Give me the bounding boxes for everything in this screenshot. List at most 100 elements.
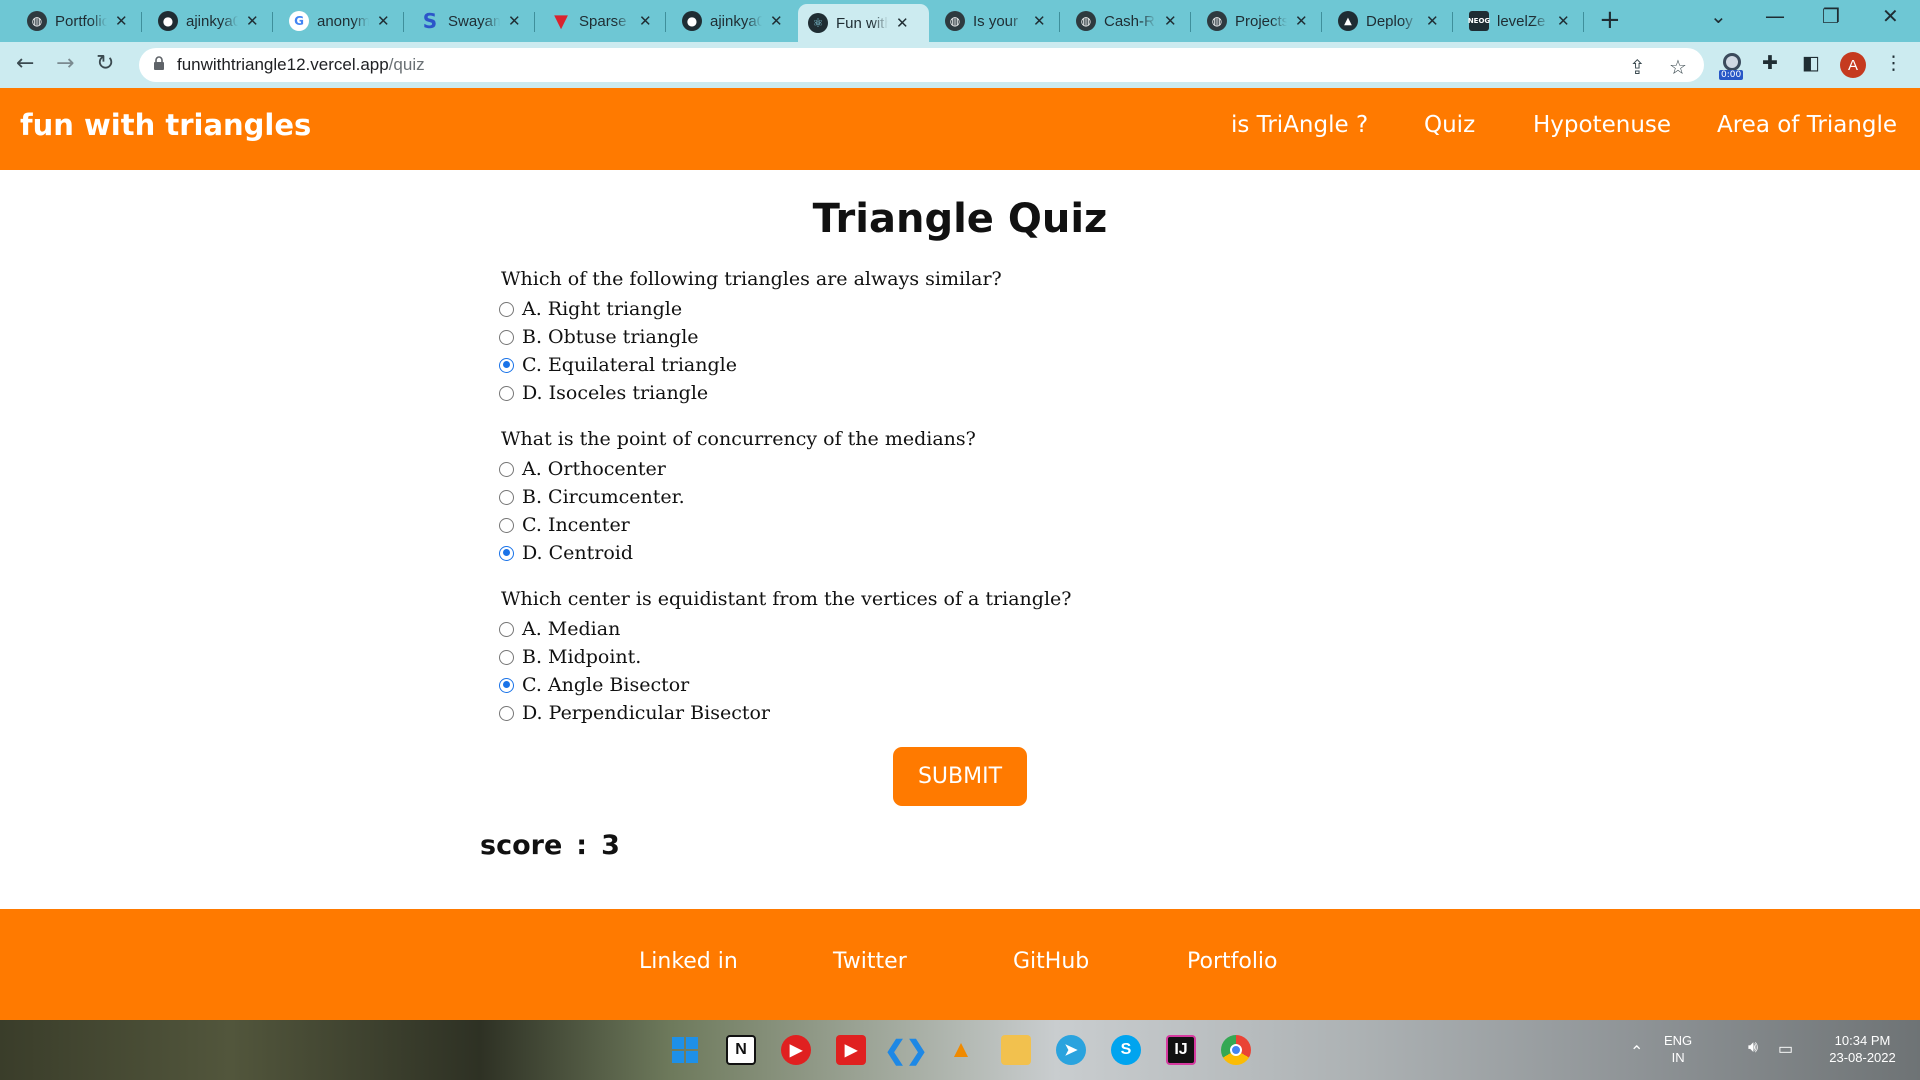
quiz-option[interactable]: B. Obtuse triangle — [499, 324, 699, 350]
quiz-option[interactable]: A. Orthocenter — [499, 456, 666, 482]
clock[interactable]: 10:34 PM 23-08-2022 — [1815, 1032, 1910, 1066]
browser-tab[interactable]: NEOG levelZe ✕ — [1459, 6, 1570, 36]
file-explorer-icon[interactable] — [1001, 1035, 1031, 1065]
option-label: B. Obtuse triangle — [522, 326, 699, 348]
browser-tab[interactable]: S Swayam ✕ — [410, 6, 521, 36]
share-icon[interactable]: ⇪ — [1629, 55, 1646, 79]
close-icon[interactable]: ✕ — [246, 12, 259, 30]
tab-title: ajinkya0 — [710, 12, 762, 30]
browser-tab-active[interactable]: ⚛ Fun with ✕ — [798, 4, 929, 42]
option-label: C. Equilateral triangle — [522, 354, 737, 376]
minimize-button[interactable]: — — [1765, 4, 1785, 28]
battery-icon[interactable]: ▭ — [1778, 1039, 1793, 1059]
vscode-icon[interactable]: ❮❯ — [884, 1035, 928, 1065]
browser-tab[interactable]: ▲ Deploy ✕ — [1328, 6, 1439, 36]
radio-button[interactable] — [499, 329, 514, 345]
radio-button[interactable] — [499, 461, 514, 477]
vlc-icon[interactable]: ▲ — [946, 1035, 976, 1065]
volume-icon[interactable]: 🔊︎ — [1748, 1039, 1758, 1057]
footer-link-linkedin[interactable]: Linked in — [639, 949, 738, 974]
notion-icon[interactable]: N — [726, 1035, 756, 1065]
close-icon[interactable]: ✕ — [1295, 12, 1308, 30]
browser-tab[interactable]: ▼ Sparse ✕ — [541, 6, 652, 36]
new-tab-button[interactable]: + — [1599, 5, 1621, 35]
quiz-option[interactable]: D. Isoceles triangle — [499, 380, 708, 406]
telegram-icon[interactable]: ➤ — [1056, 1035, 1086, 1065]
quiz-option[interactable]: B. Midpoint. — [499, 644, 641, 670]
close-icon[interactable]: ✕ — [770, 12, 783, 30]
footer-link-twitter[interactable]: Twitter — [833, 949, 907, 974]
quiz-option[interactable]: B. Circumcenter. — [499, 484, 685, 510]
radio-button[interactable] — [499, 489, 514, 505]
show-hidden-icons-chevron-icon[interactable]: ⌃ — [1630, 1042, 1643, 1062]
browser-tab[interactable]: ◍ Portfolio ✕ — [17, 6, 128, 36]
quiz-option[interactable]: C. Incenter — [499, 512, 630, 538]
skype-icon[interactable]: S — [1111, 1035, 1141, 1065]
tab-search-chevron-icon[interactable]: ⌄ — [1710, 4, 1727, 28]
close-icon[interactable]: ✕ — [508, 12, 521, 30]
quiz-option[interactable]: C. Angle Bisector — [499, 672, 689, 698]
nav-link-hypotenuse[interactable]: Hypotenuse — [1533, 112, 1671, 138]
radio-button[interactable] — [499, 621, 514, 637]
close-icon[interactable]: ✕ — [115, 12, 128, 30]
globe-icon: ◍ — [1076, 11, 1096, 31]
nav-link-area-of-triangle[interactable]: Area of Triangle — [1717, 112, 1897, 138]
quiz-option[interactable]: D. Perpendicular Bisector — [499, 700, 770, 726]
close-icon[interactable]: ✕ — [896, 14, 909, 32]
radio-button[interactable] — [499, 357, 514, 373]
radio-button[interactable] — [499, 545, 514, 561]
s-logo-icon: S — [422, 9, 438, 33]
browser-tab[interactable]: ◍ Cash-Re ✕ — [1066, 6, 1177, 36]
browser-tab-strip: ◍ Portfolio ✕ ● ajinkya0 ✕ G anonym ✕ S … — [0, 0, 1920, 42]
extensions-puzzle-icon[interactable]: ✚ — [1762, 52, 1778, 74]
profile-avatar[interactable]: A — [1840, 52, 1866, 78]
address-bar[interactable]: funwithtriangle12.vercel.app/quiz ⇪ ☆ — [139, 48, 1704, 82]
radio-button[interactable] — [499, 301, 514, 317]
footer-link-github[interactable]: GitHub — [1013, 949, 1089, 974]
youtube-icon[interactable]: ▶ — [836, 1035, 866, 1065]
clock-time: 10:34 PM — [1834, 1033, 1891, 1048]
chrome-icon[interactable] — [1221, 1035, 1251, 1065]
intellij-icon[interactable]: IJ — [1166, 1035, 1196, 1065]
question-text: What is the point of concurrency of the … — [501, 428, 976, 450]
back-arrow-icon[interactable]: ← — [16, 51, 34, 76]
language-indicator[interactable]: ENG IN — [1664, 1032, 1692, 1066]
side-panel-icon[interactable]: ◧ — [1802, 52, 1820, 74]
close-icon[interactable]: ✕ — [1557, 12, 1570, 30]
browser-tab[interactable]: ● ajinkya0 ✕ — [672, 6, 783, 36]
radio-button[interactable] — [499, 705, 514, 721]
menu-kebab-icon[interactable]: ⋮ — [1884, 52, 1903, 74]
quiz-option[interactable]: D. Centroid — [499, 540, 633, 566]
close-window-button[interactable]: ✕ — [1882, 4, 1899, 28]
close-icon[interactable]: ✕ — [1033, 12, 1046, 30]
quiz-option[interactable]: A. Right triangle — [499, 296, 682, 322]
reload-icon[interactable]: ↻ — [96, 51, 114, 76]
quiz-option[interactable]: A. Median — [499, 616, 620, 642]
close-icon[interactable]: ✕ — [377, 12, 390, 30]
browser-tab[interactable]: ● ajinkya0 ✕ — [148, 6, 259, 36]
restore-button[interactable]: ❐ — [1822, 4, 1840, 28]
footer-link-portfolio[interactable]: Portfolio — [1187, 949, 1278, 974]
tab-title: Cash-Re — [1104, 12, 1156, 30]
windows-start-icon[interactable] — [670, 1035, 700, 1065]
radio-button[interactable] — [499, 385, 514, 401]
tab-title: Is your — [973, 12, 1019, 30]
browser-tab[interactable]: ◍ Is your ✕ — [935, 6, 1046, 36]
browser-tab[interactable]: G anonym ✕ — [279, 6, 390, 36]
browser-tab[interactable]: ◍ Projects ✕ — [1197, 6, 1308, 36]
music-icon[interactable]: ▶ — [781, 1035, 811, 1065]
close-icon[interactable]: ✕ — [639, 12, 652, 30]
close-icon[interactable]: ✕ — [1426, 12, 1439, 30]
brand-logo-text[interactable]: fun with triangles — [20, 108, 311, 142]
submit-button[interactable]: SUBMIT — [893, 747, 1027, 806]
radio-button[interactable] — [499, 517, 514, 533]
nav-link-is-triangle[interactable]: is TriAngle ? — [1231, 112, 1368, 138]
timer-extension-icon[interactable]: 0:00 — [1718, 50, 1748, 80]
quiz-option[interactable]: C. Equilateral triangle — [499, 352, 737, 378]
close-icon[interactable]: ✕ — [1164, 12, 1177, 30]
forward-arrow-icon[interactable]: → — [56, 51, 74, 76]
bookmark-star-icon[interactable]: ☆ — [1669, 55, 1687, 79]
radio-button[interactable] — [499, 677, 514, 693]
nav-link-quiz[interactable]: Quiz — [1424, 112, 1475, 138]
radio-button[interactable] — [499, 649, 514, 665]
